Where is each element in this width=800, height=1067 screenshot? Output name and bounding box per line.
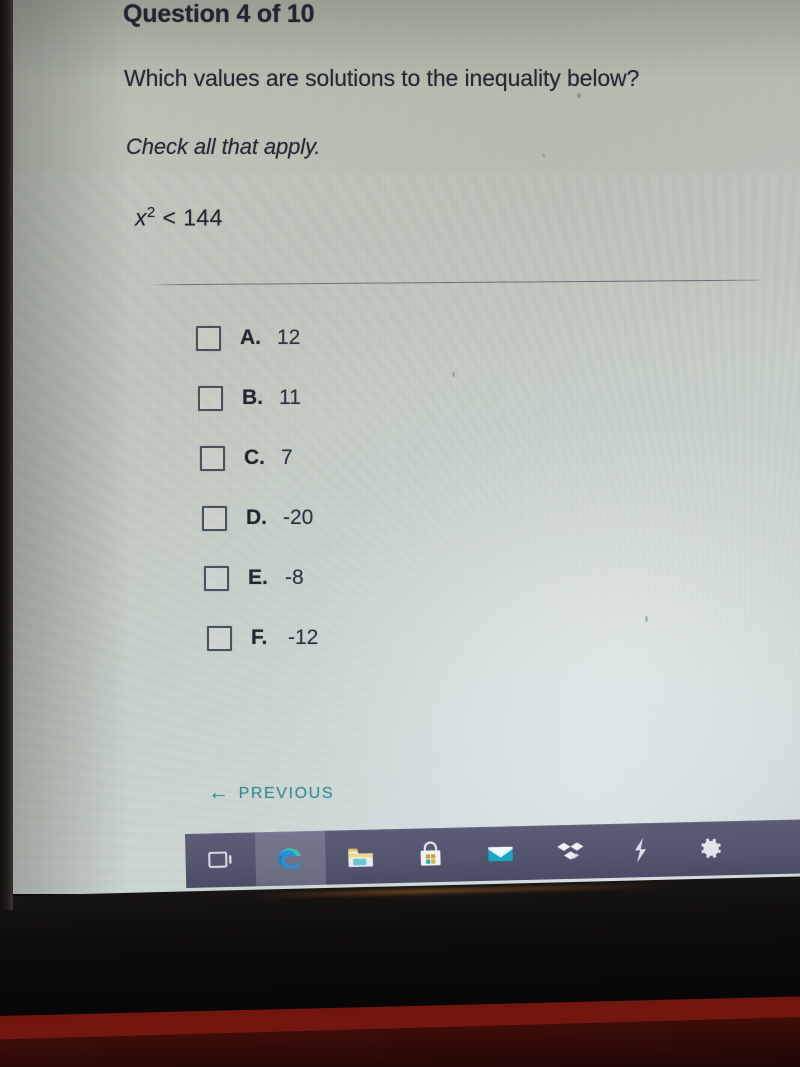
answer-option-c[interactable]: C. 7 — [200, 444, 616, 472]
answer-option-f[interactable]: F. -12 — [207, 624, 616, 652]
taskbar-item-file-explorer[interactable] — [325, 829, 396, 885]
laptop-bezel-left — [0, 0, 13, 910]
answer-option-value: 11 — [279, 386, 301, 409]
photo-speck — [645, 616, 648, 622]
question-prompt: Which values are solutions to the inequa… — [124, 65, 640, 91]
section-divider — [147, 279, 759, 286]
answer-option-letter: D. — [246, 506, 267, 529]
taskbar-item-microsoft-store[interactable] — [395, 827, 466, 883]
arrow-left-icon: ← — [208, 781, 231, 804]
answer-option-letter: E. — [248, 566, 268, 589]
answer-option-value: -8 — [285, 566, 304, 589]
taskbar-item-dropbox[interactable] — [535, 824, 606, 880]
answer-option-letter: A. — [240, 326, 261, 349]
taskbar-item-microsoft-edge[interactable] — [254, 830, 327, 887]
task-view-icon — [205, 845, 236, 876]
taskbar-item-task-view[interactable] — [185, 832, 256, 888]
answer-option-b[interactable]: B. 11 — [198, 384, 616, 412]
expression-operator: < — [162, 204, 177, 231]
answer-checkbox[interactable] — [200, 445, 225, 471]
photo-speck — [542, 154, 545, 157]
answer-option-letter: B. — [242, 386, 263, 409]
mail-icon — [485, 838, 516, 869]
expression-right-side: 144 — [183, 204, 223, 231]
answer-option-value: -20 — [283, 506, 314, 529]
quiz-content: Question 4 of 10 Which values are soluti… — [11, 0, 800, 894]
answer-option-value: 12 — [277, 326, 301, 349]
laptop-screen: Question 4 of 10 Which values are soluti… — [11, 0, 800, 894]
microsoft-store-icon — [415, 840, 446, 871]
laptop-bezel-bottom — [0, 875, 800, 1017]
previous-button[interactable]: ← PREVIOUS — [208, 781, 335, 804]
photo-speck — [452, 372, 455, 377]
file-explorer-icon — [345, 842, 376, 873]
answer-option-d[interactable]: D. -20 — [202, 504, 616, 532]
answer-checkbox[interactable] — [204, 565, 229, 591]
answer-option-a[interactable]: A. 12 — [196, 324, 616, 352]
expression-exponent: 2 — [146, 204, 156, 221]
answer-option-letter: C. — [244, 446, 265, 469]
photo-speck — [577, 93, 581, 98]
lightning-bolt-icon — [625, 835, 656, 866]
taskbar-item-mail[interactable] — [465, 826, 536, 882]
answer-options-list: A. 12 B. 11 C. 7 D. -20 E. -8 F. -12 — [196, 324, 616, 684]
question-progress-label: Question 4 of 10 — [123, 0, 315, 28]
laptop-screen-photo: Question 4 of 10 Which values are soluti… — [0, 0, 800, 1067]
answer-checkbox[interactable] — [202, 505, 227, 531]
inequality-expression: x2 < 144 — [135, 204, 223, 232]
answer-checkbox[interactable] — [207, 625, 232, 651]
settings-gear-icon — [695, 833, 726, 864]
answer-checkbox[interactable] — [196, 325, 221, 351]
question-instruction: Check all that apply. — [126, 134, 321, 159]
taskbar-item-lightning[interactable] — [605, 822, 676, 878]
answer-option-value: 7 — [281, 446, 293, 469]
answer-checkbox[interactable] — [198, 385, 223, 411]
dropbox-icon — [555, 837, 586, 868]
answer-option-letter: F. — [251, 626, 268, 649]
answer-option-e[interactable]: E. -8 — [204, 564, 616, 592]
microsoft-edge-icon — [275, 843, 306, 874]
expression-variable: x — [135, 204, 147, 231]
taskbar-item-settings[interactable] — [675, 821, 746, 877]
answer-option-value: -12 — [288, 626, 319, 649]
previous-button-label: PREVIOUS — [238, 784, 335, 802]
